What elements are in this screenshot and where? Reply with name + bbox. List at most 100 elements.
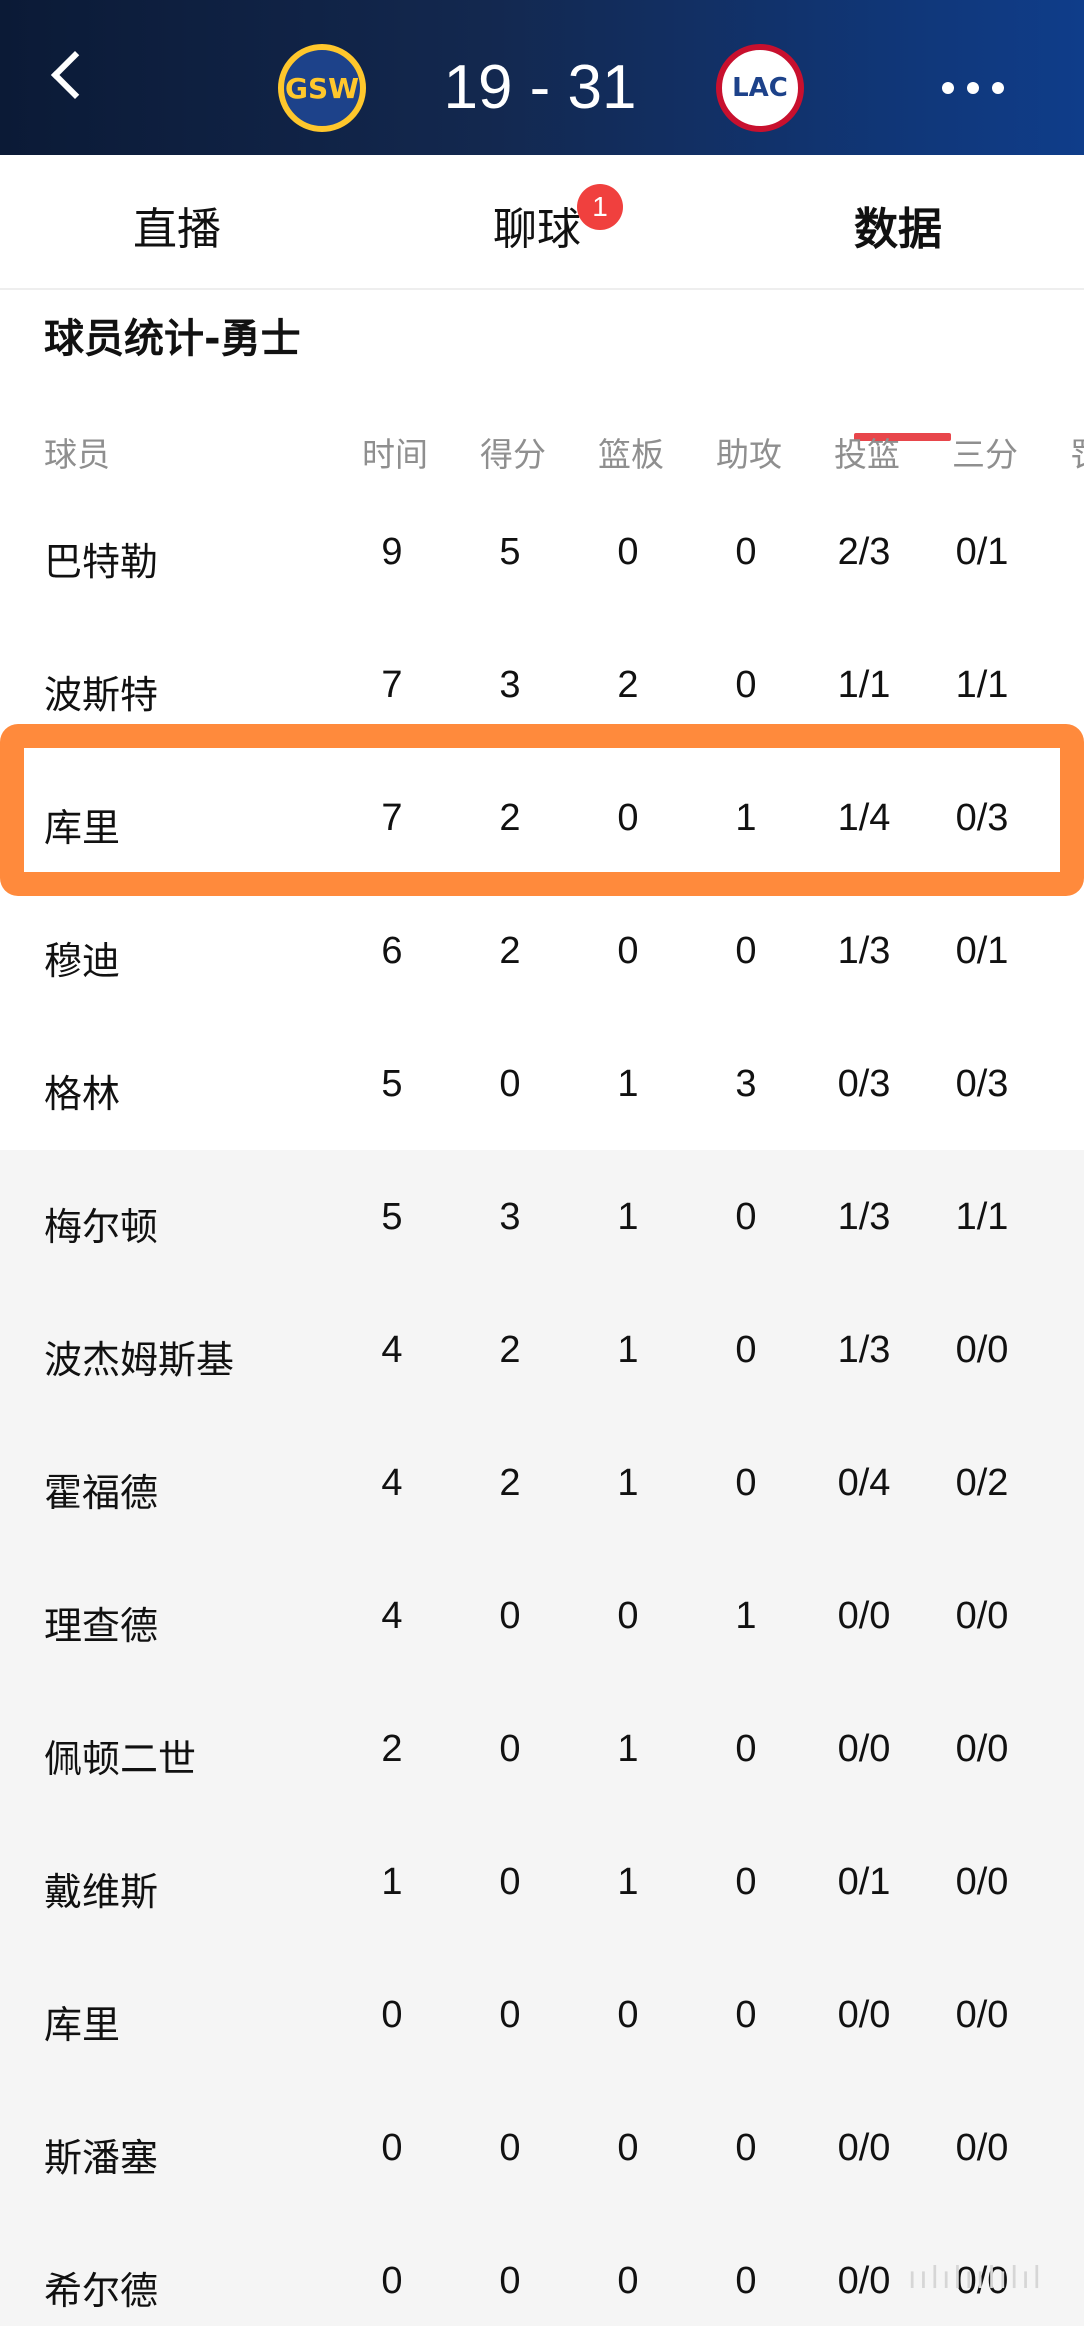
section-title: 球员统计-勇士 bbox=[44, 316, 301, 362]
score: 19 - 31 bbox=[443, 53, 637, 122]
player-name[interactable]: 穆迪 bbox=[44, 930, 120, 985]
player-name[interactable]: 梅尔顿 bbox=[44, 1196, 158, 1251]
stat-cell: 1/1 bbox=[837, 664, 891, 706]
player-name[interactable]: 希尔德 bbox=[44, 2260, 158, 2315]
stat-cell: 2/3 bbox=[837, 531, 891, 573]
stat-cell: 0/0 bbox=[955, 1595, 1009, 1637]
stat-cell: 0/0 bbox=[955, 1329, 1009, 1371]
player-name[interactable]: 巴特勒 bbox=[44, 531, 158, 586]
tab-live[interactable]: 直播 bbox=[133, 193, 221, 257]
stat-cell: 0/4 bbox=[837, 1462, 891, 1504]
stat-cell: 1/1 bbox=[955, 664, 1009, 706]
stat-cell: 0 bbox=[1040, 664, 1084, 707]
player-name[interactable]: 戴维斯 bbox=[44, 1861, 158, 1916]
stat-cell: 0 bbox=[1040, 1861, 1084, 1904]
column-header: 时间 bbox=[362, 435, 428, 474]
column-header: 篮板 bbox=[598, 435, 664, 474]
stat-cell: 0 bbox=[617, 1595, 639, 1637]
stat-cell: 5 bbox=[381, 1196, 403, 1238]
stat-cell: 0 bbox=[617, 1994, 639, 2036]
watermark: ıılılıılılıl bbox=[907, 2261, 1044, 2296]
stat-cell: 0 bbox=[499, 1728, 521, 1770]
stat-cell: 4 bbox=[381, 1329, 403, 1371]
stat-cell: 6 bbox=[381, 930, 403, 972]
player-name[interactable]: 理查德 bbox=[44, 1595, 158, 1650]
chat-badge: 1 bbox=[577, 184, 623, 230]
player-name[interactable]: 波斯特 bbox=[44, 664, 158, 719]
player-name[interactable]: 佩顿二世 bbox=[44, 1728, 196, 1783]
away-team-logo[interactable]: LAC bbox=[716, 44, 804, 132]
stat-cell: 1 bbox=[617, 1329, 639, 1371]
stat-cell: 0 bbox=[735, 1329, 757, 1371]
stat-cell: 2 bbox=[1040, 1462, 1084, 1505]
stat-cell: 1 bbox=[1040, 531, 1084, 574]
stat-cell: 0 bbox=[617, 2260, 639, 2302]
stat-cell: 2 bbox=[499, 1462, 521, 1504]
stat-cell: 0 bbox=[499, 2127, 521, 2169]
stat-cell: 0/0 bbox=[955, 1728, 1009, 1770]
highlight-box bbox=[0, 724, 1084, 896]
stat-cell: 3 bbox=[499, 664, 521, 706]
stat-cell: 0/3 bbox=[837, 1063, 891, 1105]
stat-cell: 0/1 bbox=[955, 531, 1009, 573]
column-header: 罚 bbox=[1070, 428, 1084, 476]
stat-cell: 0/1 bbox=[955, 930, 1009, 972]
stat-cell: 0 bbox=[1040, 1329, 1084, 1372]
stat-cell: 4 bbox=[381, 1595, 403, 1637]
stat-cell: 1/3 bbox=[837, 1196, 891, 1238]
stat-cell: 0/0 bbox=[837, 1994, 891, 2036]
stat-cell: 4 bbox=[381, 1462, 403, 1504]
stat-cell: 0 bbox=[617, 531, 639, 573]
stat-cell: 0/0 bbox=[955, 1861, 1009, 1903]
stat-cell: 0 bbox=[735, 930, 757, 972]
stat-cell: 5 bbox=[499, 531, 521, 573]
stat-cell: 0/0 bbox=[955, 1994, 1009, 2036]
player-name[interactable]: 格林 bbox=[44, 1063, 120, 1118]
stat-cell: 1/1 bbox=[955, 1196, 1009, 1238]
stat-cell: 1 bbox=[617, 1728, 639, 1770]
stat-cell: 0/3 bbox=[955, 1063, 1009, 1105]
more-icon[interactable] bbox=[942, 82, 1004, 94]
stat-cell: 0 bbox=[617, 930, 639, 972]
tab-data[interactable]: 数据 bbox=[854, 193, 942, 257]
stat-cell: 0/1 bbox=[837, 1861, 891, 1903]
tab-chat[interactable]: 聊球 bbox=[493, 193, 581, 257]
stat-cell: 0 bbox=[1040, 1994, 1084, 2037]
player-name[interactable]: 霍福德 bbox=[44, 1462, 158, 1517]
tab-bar: 直播 聊球 数据 bbox=[0, 155, 1084, 441]
stat-cell: 1/3 bbox=[837, 930, 891, 972]
stat-cell: 3 bbox=[499, 1196, 521, 1238]
stat-cell: 2 bbox=[499, 930, 521, 972]
home-team-logo[interactable]: GSW bbox=[278, 44, 366, 132]
stat-cell: 0 bbox=[499, 1595, 521, 1637]
stat-cell: 1 bbox=[381, 1861, 403, 1903]
player-name[interactable]: 波杰姆斯基 bbox=[44, 1329, 234, 1384]
stat-cell: 1/3 bbox=[837, 1329, 891, 1371]
stat-cell: 9 bbox=[381, 531, 403, 573]
game-header: GSW 19 - 31 LAC bbox=[0, 0, 1084, 155]
back-icon[interactable] bbox=[50, 50, 100, 100]
stat-cell: 0 bbox=[735, 1994, 757, 2036]
stat-cell: 1 bbox=[617, 1063, 639, 1105]
stat-cell: 0 bbox=[735, 531, 757, 573]
stat-cell: 7 bbox=[381, 664, 403, 706]
stat-cell: 0/0 bbox=[837, 1595, 891, 1637]
stat-cell: 0/0 bbox=[837, 2260, 891, 2302]
stat-cell: 1 bbox=[617, 1861, 639, 1903]
stat-cell: 1 bbox=[617, 1196, 639, 1238]
player-name[interactable]: 库里 bbox=[44, 1994, 120, 2049]
stat-cell: 0 bbox=[735, 1728, 757, 1770]
stat-cell: 0 bbox=[499, 1063, 521, 1105]
stat-cell: 0 bbox=[735, 2260, 757, 2302]
stat-cell: 0/2 bbox=[955, 1462, 1009, 1504]
stat-cell: 2 bbox=[617, 664, 639, 706]
player-name[interactable]: 斯潘塞 bbox=[44, 2127, 158, 2182]
column-header-player: 球员 bbox=[44, 435, 110, 474]
stat-cell: 0 bbox=[1040, 930, 1084, 973]
stat-cell: 0 bbox=[499, 1994, 521, 2036]
stat-cell: 2 bbox=[499, 1329, 521, 1371]
stat-cell: 0 bbox=[1040, 1595, 1084, 1638]
stat-cell: 2 bbox=[381, 1728, 403, 1770]
stat-cell: 0/0 bbox=[837, 2127, 891, 2169]
stat-cell: 0 bbox=[1040, 1728, 1084, 1771]
